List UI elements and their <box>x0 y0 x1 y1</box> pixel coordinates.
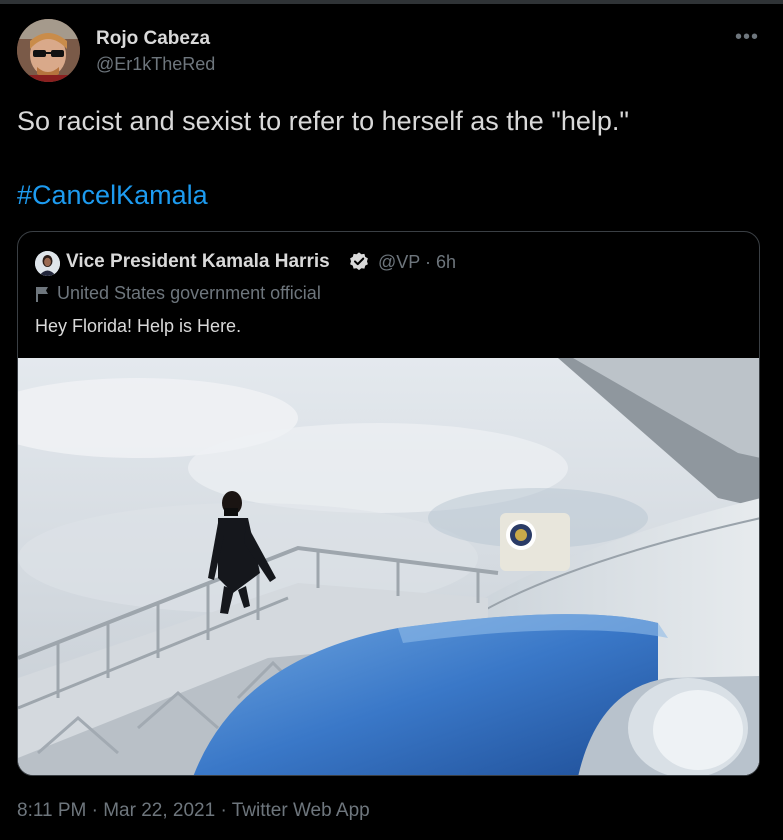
author-handle[interactable]: @Er1kTheRed <box>96 54 215 75</box>
quoted-photo[interactable] <box>18 358 759 775</box>
top-divider <box>0 0 783 4</box>
government-label[interactable]: United States government official <box>35 283 321 304</box>
tweet-text: So racist and sexist to refer to herself… <box>17 106 629 136</box>
flag-icon <box>36 286 48 302</box>
government-label-text: United States government official <box>57 283 321 303</box>
quoted-author-name[interactable]: Vice President Kamala Harris <box>66 251 330 273</box>
quoted-tweet-card[interactable]: Vice President Kamala Harris @VP · 6h Un… <box>17 231 760 776</box>
quoted-author-avatar[interactable] <box>35 251 60 276</box>
quoted-handle-time[interactable]: @VP · 6h <box>378 252 456 273</box>
author-avatar[interactable] <box>17 19 80 82</box>
verified-badge-icon <box>350 252 368 271</box>
author-name[interactable]: Rojo Cabeza <box>96 28 210 50</box>
quoted-text: Hey Florida! Help is Here. <box>35 316 242 336</box>
hashtag-link[interactable]: #CancelKamala <box>17 180 208 211</box>
tweet-timestamp[interactable]: 8:11 PM · Mar 22, 2021 · Twitter Web App <box>17 800 370 822</box>
more-icon[interactable]: ••• <box>735 26 759 49</box>
